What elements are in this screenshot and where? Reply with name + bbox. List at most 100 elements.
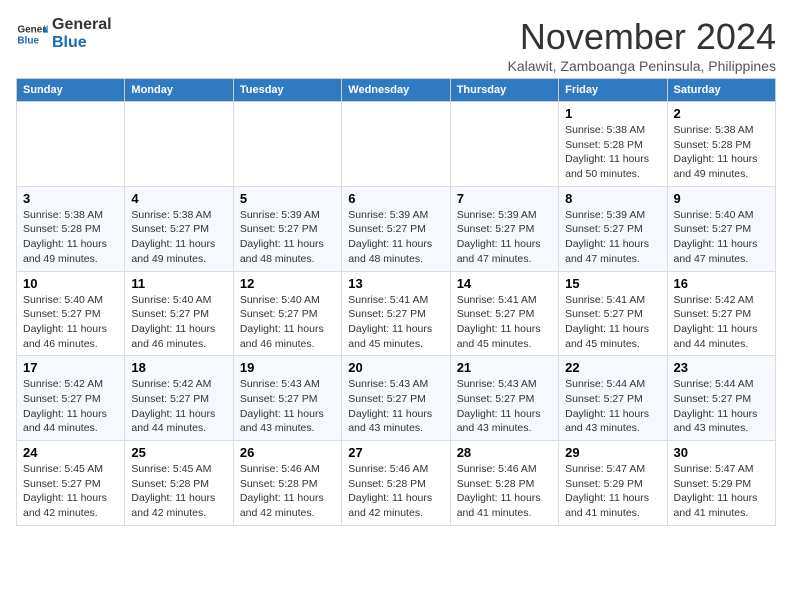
day-detail: Sunrise: 5:47 AMSunset: 5:29 PMDaylight:… (674, 462, 769, 521)
calendar-cell: 25 Sunrise: 5:45 AMSunset: 5:28 PMDayligh… (125, 441, 233, 526)
day-detail: Sunrise: 5:47 AMSunset: 5:29 PMDaylight:… (565, 462, 660, 521)
day-number: 1 (565, 106, 660, 121)
calendar-table: SundayMondayTuesdayWednesdayThursdayFrid… (16, 78, 776, 526)
day-detail: Sunrise: 5:40 AMSunset: 5:27 PMDaylight:… (131, 293, 226, 352)
calendar-row: 3Sunrise: 5:38 AMSunset: 5:28 PMDaylight… (17, 186, 776, 271)
day-detail: Sunrise: 5:38 AMSunset: 5:28 PMDaylight:… (23, 208, 118, 267)
calendar-cell: 9 Sunrise: 5:40 AMSunset: 5:27 PMDaylight… (667, 186, 775, 271)
calendar-row: 1 Sunrise: 5:38 AMSunset: 5:28 PMDaylight… (17, 102, 776, 187)
svg-text:Blue: Blue (17, 35, 39, 46)
calendar-cell: 20Sunrise: 5:43 AMSunset: 5:27 PMDayligh… (342, 356, 450, 441)
day-detail: Sunrise: 5:42 AMSunset: 5:27 PMDaylight:… (23, 377, 118, 436)
calendar-cell: 29 Sunrise: 5:47 AMSunset: 5:29 PMDayligh… (559, 441, 667, 526)
weekday-header: Tuesday (233, 79, 341, 102)
calendar-row: 10Sunrise: 5:40 AMSunset: 5:27 PMDayligh… (17, 271, 776, 356)
day-detail: Sunrise: 5:39 AMSunset: 5:27 PMDaylight:… (240, 208, 335, 267)
day-number: 18 (131, 360, 226, 375)
day-number: 21 (457, 360, 552, 375)
weekday-header-row: SundayMondayTuesdayWednesdayThursdayFrid… (17, 79, 776, 102)
day-detail: Sunrise: 5:40 AMSunset: 5:27 PMDaylight:… (23, 293, 118, 352)
location: Kalawit, Zamboanga Peninsula, Philippine… (508, 58, 777, 74)
day-number: 5 (240, 191, 335, 206)
calendar-cell: 10Sunrise: 5:40 AMSunset: 5:27 PMDayligh… (17, 271, 125, 356)
weekday-header: Monday (125, 79, 233, 102)
calendar-cell: 8 Sunrise: 5:39 AMSunset: 5:27 PMDaylight… (559, 186, 667, 271)
day-number: 29 (565, 445, 660, 460)
day-detail: Sunrise: 5:46 AMSunset: 5:28 PMDaylight:… (240, 462, 335, 521)
logo-icon: General Blue (16, 18, 48, 50)
day-number: 23 (674, 360, 769, 375)
calendar-cell: 13 Sunrise: 5:41 AMSunset: 5:27 PMDayligh… (342, 271, 450, 356)
day-number: 19 (240, 360, 335, 375)
day-number: 26 (240, 445, 335, 460)
day-detail: Sunrise: 5:45 AMSunset: 5:27 PMDaylight:… (23, 462, 118, 521)
day-number: 6 (348, 191, 443, 206)
calendar-cell: 30 Sunrise: 5:47 AMSunset: 5:29 PMDayligh… (667, 441, 775, 526)
weekday-header: Wednesday (342, 79, 450, 102)
day-number: 8 (565, 191, 660, 206)
month-title: November 2024 (508, 16, 777, 58)
day-number: 9 (674, 191, 769, 206)
calendar-cell: 11Sunrise: 5:40 AMSunset: 5:27 PMDayligh… (125, 271, 233, 356)
calendar-cell: 4 Sunrise: 5:38 AMSunset: 5:27 PMDaylight… (125, 186, 233, 271)
calendar-cell (17, 102, 125, 187)
day-detail: Sunrise: 5:45 AMSunset: 5:28 PMDaylight:… (131, 462, 226, 521)
day-number: 22 (565, 360, 660, 375)
calendar-cell: 19 Sunrise: 5:43 AMSunset: 5:27 PMDayligh… (233, 356, 341, 441)
day-number: 17 (23, 360, 118, 375)
weekday-header: Saturday (667, 79, 775, 102)
day-number: 25 (131, 445, 226, 460)
day-detail: Sunrise: 5:44 AMSunset: 5:27 PMDaylight:… (674, 377, 769, 436)
day-detail: Sunrise: 5:41 AMSunset: 5:27 PMDaylight:… (457, 293, 552, 352)
calendar-cell: 27Sunrise: 5:46 AMSunset: 5:28 PMDayligh… (342, 441, 450, 526)
day-number: 24 (23, 445, 118, 460)
day-detail: Sunrise: 5:43 AMSunset: 5:27 PMDaylight:… (457, 377, 552, 436)
title-block: November 2024 Kalawit, Zamboanga Peninsu… (508, 16, 777, 74)
day-detail: Sunrise: 5:44 AMSunset: 5:27 PMDaylight:… (565, 377, 660, 436)
day-detail: Sunrise: 5:46 AMSunset: 5:28 PMDaylight:… (348, 462, 443, 521)
page-header: General Blue General Blue November 2024 … (16, 16, 776, 74)
calendar-cell (125, 102, 233, 187)
logo: General Blue General Blue (16, 16, 112, 51)
day-detail: Sunrise: 5:40 AMSunset: 5:27 PMDaylight:… (674, 208, 769, 267)
calendar-cell: 28Sunrise: 5:46 AMSunset: 5:28 PMDayligh… (450, 441, 558, 526)
day-detail: Sunrise: 5:41 AMSunset: 5:27 PMDaylight:… (565, 293, 660, 352)
calendar-cell: 12 Sunrise: 5:40 AMSunset: 5:27 PMDayligh… (233, 271, 341, 356)
day-detail: Sunrise: 5:41 AMSunset: 5:27 PMDaylight:… (348, 293, 443, 352)
day-detail: Sunrise: 5:38 AMSunset: 5:27 PMDaylight:… (131, 208, 226, 267)
day-detail: Sunrise: 5:40 AMSunset: 5:27 PMDaylight:… (240, 293, 335, 352)
calendar-cell: 2 Sunrise: 5:38 AMSunset: 5:28 PMDaylight… (667, 102, 775, 187)
calendar-cell (342, 102, 450, 187)
day-number: 14 (457, 276, 552, 291)
day-detail: Sunrise: 5:42 AMSunset: 5:27 PMDaylight:… (131, 377, 226, 436)
day-detail: Sunrise: 5:39 AMSunset: 5:27 PMDaylight:… (565, 208, 660, 267)
calendar-cell: 16Sunrise: 5:42 AMSunset: 5:27 PMDayligh… (667, 271, 775, 356)
calendar-cell: 1 Sunrise: 5:38 AMSunset: 5:28 PMDaylight… (559, 102, 667, 187)
day-number: 16 (674, 276, 769, 291)
weekday-header: Friday (559, 79, 667, 102)
calendar-cell: 5 Sunrise: 5:39 AMSunset: 5:27 PMDaylight… (233, 186, 341, 271)
calendar-cell (233, 102, 341, 187)
calendar-cell: 15Sunrise: 5:41 AMSunset: 5:27 PMDayligh… (559, 271, 667, 356)
calendar-cell: 7Sunrise: 5:39 AMSunset: 5:27 PMDaylight… (450, 186, 558, 271)
day-number: 2 (674, 106, 769, 121)
day-detail: Sunrise: 5:39 AMSunset: 5:27 PMDaylight:… (457, 208, 552, 267)
day-detail: Sunrise: 5:43 AMSunset: 5:27 PMDaylight:… (240, 377, 335, 436)
day-detail: Sunrise: 5:38 AMSunset: 5:28 PMDaylight:… (565, 123, 660, 182)
logo-general: General (52, 16, 112, 34)
calendar-cell: 3Sunrise: 5:38 AMSunset: 5:28 PMDaylight… (17, 186, 125, 271)
day-number: 13 (348, 276, 443, 291)
day-detail: Sunrise: 5:46 AMSunset: 5:28 PMDaylight:… (457, 462, 552, 521)
day-number: 30 (674, 445, 769, 460)
day-number: 20 (348, 360, 443, 375)
calendar-row: 17 Sunrise: 5:42 AMSunset: 5:27 PMDayligh… (17, 356, 776, 441)
day-detail: Sunrise: 5:38 AMSunset: 5:28 PMDaylight:… (674, 123, 769, 182)
calendar-cell: 23 Sunrise: 5:44 AMSunset: 5:27 PMDayligh… (667, 356, 775, 441)
calendar-cell: 14 Sunrise: 5:41 AMSunset: 5:27 PMDayligh… (450, 271, 558, 356)
day-number: 12 (240, 276, 335, 291)
day-number: 4 (131, 191, 226, 206)
calendar-row: 24 Sunrise: 5:45 AMSunset: 5:27 PMDayligh… (17, 441, 776, 526)
calendar-cell: 24 Sunrise: 5:45 AMSunset: 5:27 PMDayligh… (17, 441, 125, 526)
calendar-cell: 22 Sunrise: 5:44 AMSunset: 5:27 PMDayligh… (559, 356, 667, 441)
day-detail: Sunrise: 5:39 AMSunset: 5:27 PMDaylight:… (348, 208, 443, 267)
